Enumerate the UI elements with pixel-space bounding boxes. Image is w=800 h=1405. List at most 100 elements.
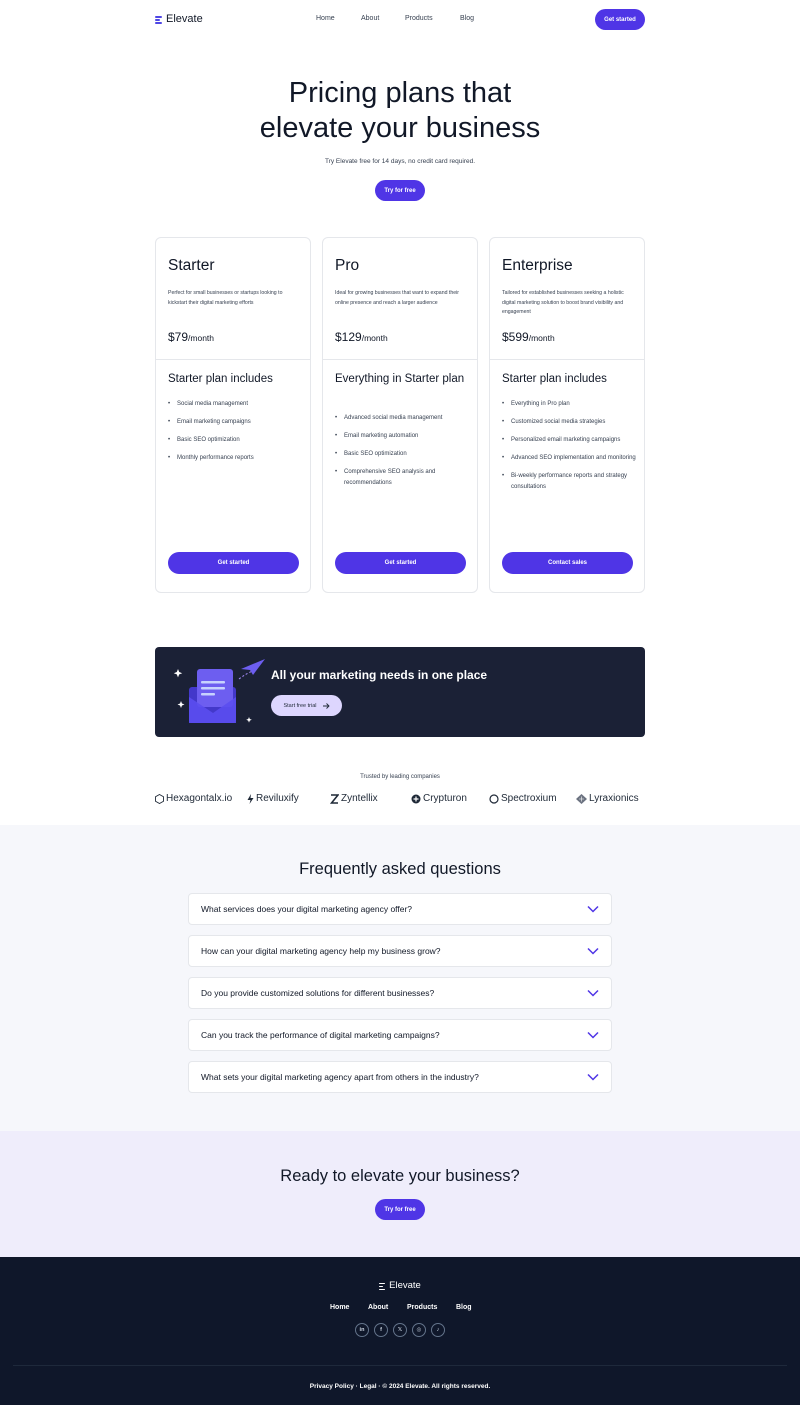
feature-item: Personalized email marketing campaigns: [502, 435, 637, 446]
feature-list: Social media management Email marketing …: [168, 399, 303, 471]
envelope-illustration: [173, 659, 265, 723]
facebook-icon[interactable]: f: [374, 1323, 388, 1337]
nav-links: Home About Products Blog: [0, 15, 800, 27]
hero-subtitle: Try Elevate free for 14 days, no credit …: [324, 158, 476, 165]
divider: [323, 359, 477, 360]
nav-link-about[interactable]: About: [361, 15, 379, 22]
feature-item: Monthly performance reports: [168, 453, 303, 464]
get-started-button[interactable]: Get started: [595, 9, 645, 30]
footer-divider: [13, 1365, 787, 1366]
z-icon: [330, 793, 339, 804]
try-for-free-button[interactable]: Try for free: [375, 180, 425, 201]
footer-link-about[interactable]: About: [368, 1304, 388, 1311]
plan-card-starter: Starter Perfect for small businesses or …: [155, 237, 311, 593]
company-logo-lyraxionics: Lyraxionics: [576, 793, 639, 804]
faq-item[interactable]: Can you track the performance of digital…: [188, 1019, 612, 1051]
feature-item: Bi-weekly performance reports and strate…: [502, 471, 637, 492]
faq-question: Do you provide customized solutions for …: [201, 988, 435, 998]
feature-item: Social media management: [168, 399, 303, 410]
logo-icon: [379, 1282, 386, 1290]
copyright: Privacy Policy · Legal · © 2024 Elevate.…: [309, 1383, 491, 1390]
plan-description: Tailored for established businesses seek…: [502, 290, 624, 315]
feature-item: Basic SEO optimization: [335, 449, 470, 460]
plus-circle-icon: [411, 794, 421, 803]
bolt-icon: [247, 793, 254, 804]
chevron-down-icon: [587, 947, 599, 955]
social-links: in f 𝕏 ◎ ♪: [355, 1323, 445, 1337]
company-logo-zyntellix: Zyntellix: [330, 793, 378, 804]
plan-includes-title: Starter plan includes: [502, 373, 607, 385]
feature-item: Customized social media strategies: [502, 417, 637, 428]
footer-link-home[interactable]: Home: [330, 1304, 349, 1311]
plan-price: $129/month: [335, 330, 388, 344]
chevron-down-icon: [587, 1073, 599, 1081]
plan-price: $599/month: [502, 330, 555, 344]
feature-list: Everything in Pro plan Customized social…: [502, 399, 637, 500]
banner-title: All your marketing needs in one place: [271, 668, 488, 682]
get-started-button[interactable]: Get started: [335, 552, 466, 574]
faq-item[interactable]: What services does your digital marketin…: [188, 893, 612, 925]
feature-item: Basic SEO optimization: [168, 435, 303, 446]
footer-link-blog[interactable]: Blog: [456, 1304, 472, 1311]
cta-title: Ready to elevate your business?: [280, 1167, 520, 1185]
plan-card-pro: Pro Ideal for growing businesses that wa…: [322, 237, 478, 593]
company-logo-reviluxify: Reviluxify: [247, 793, 299, 804]
feature-item: Advanced SEO implementation and monitori…: [502, 453, 637, 464]
plan-name: Pro: [335, 257, 360, 274]
nav-link-blog[interactable]: Blog: [460, 15, 474, 22]
nav-link-products[interactable]: Products: [405, 15, 433, 22]
trusted-label: Trusted by leading companies: [360, 774, 440, 780]
top-nav: Elevate Home About Products Blog Get sta…: [0, 0, 800, 40]
get-started-button[interactable]: Get started: [168, 552, 299, 574]
feature-list: Advanced social media management Email m…: [335, 413, 470, 496]
chevron-down-icon: [587, 989, 599, 997]
cta-section: Ready to elevate your business? Try for …: [0, 1131, 800, 1257]
tiktok-icon[interactable]: ♪: [431, 1323, 445, 1337]
try-for-free-button[interactable]: Try for free: [375, 1199, 425, 1220]
plan-name: Enterprise: [502, 257, 573, 274]
company-logos: Hexagontalx.io Reviluxify Zyntellix Cryp…: [0, 793, 800, 809]
company-logo-hexagontalx: Hexagontalx.io: [155, 793, 232, 804]
footer-links: Home About Products Blog: [0, 1304, 800, 1314]
footer-logo[interactable]: Elevate: [0, 1280, 800, 1291]
faq-title: Frequently asked questions: [299, 860, 501, 878]
nav-link-home[interactable]: Home: [316, 15, 335, 22]
plan-price: $79/month: [168, 330, 215, 344]
company-logo-spectroxium: Spectroxium: [489, 793, 557, 804]
feature-item: Email marketing automation: [335, 431, 470, 442]
faq-item[interactable]: Do you provide customized solutions for …: [188, 977, 612, 1009]
faq-item[interactable]: How can your digital marketing agency he…: [188, 935, 612, 967]
feature-item: Email marketing campaigns: [168, 417, 303, 428]
instagram-icon[interactable]: ◎: [412, 1323, 426, 1337]
feature-item: Advanced social media management: [335, 413, 470, 424]
chevron-down-icon: [587, 1031, 599, 1039]
plan-card-enterprise: Enterprise Tailored for established busi…: [489, 237, 645, 593]
faq-question: What services does your digital marketin…: [201, 904, 413, 914]
arrow-right-icon: [322, 702, 330, 709]
faq-question: How can your digital marketing agency he…: [201, 946, 441, 956]
linkedin-icon[interactable]: in: [355, 1323, 369, 1337]
contact-sales-button[interactable]: Contact sales: [502, 552, 633, 574]
plan-name: Starter: [168, 257, 215, 274]
plan-includes-title: Starter plan includes: [168, 373, 273, 385]
divider: [156, 359, 310, 360]
feature-item: Everything in Pro plan: [502, 399, 637, 410]
faq-section: Frequently asked questions What services…: [0, 825, 800, 1131]
plan-includes-title: Everything in Starter plan: [335, 373, 465, 385]
plan-description: Ideal for growing businesses that want t…: [335, 290, 459, 306]
page-title: Pricing plans that elevate your business: [259, 77, 541, 144]
hexagon-icon: [155, 793, 164, 804]
diamond-icon: [576, 793, 587, 804]
footer-link-products[interactable]: Products: [407, 1304, 437, 1311]
start-free-trial-button[interactable]: Start free trial: [271, 695, 342, 716]
ring-icon: [489, 793, 499, 804]
faq-question: Can you track the performance of digital…: [201, 1030, 440, 1040]
promo-banner: All your marketing needs in one place St…: [155, 647, 645, 737]
plan-description: Perfect for small businesses or startups…: [168, 290, 283, 306]
footer: Elevate Home About Products Blog in f 𝕏 …: [0, 1257, 800, 1405]
company-logo-crypturon: Crypturon: [411, 793, 467, 804]
x-icon[interactable]: 𝕏: [393, 1323, 407, 1337]
feature-item: Comprehensive SEO analysis and recommend…: [335, 467, 470, 488]
faq-item[interactable]: What sets your digital marketing agency …: [188, 1061, 612, 1093]
faq-question: What sets your digital marketing agency …: [201, 1072, 479, 1082]
